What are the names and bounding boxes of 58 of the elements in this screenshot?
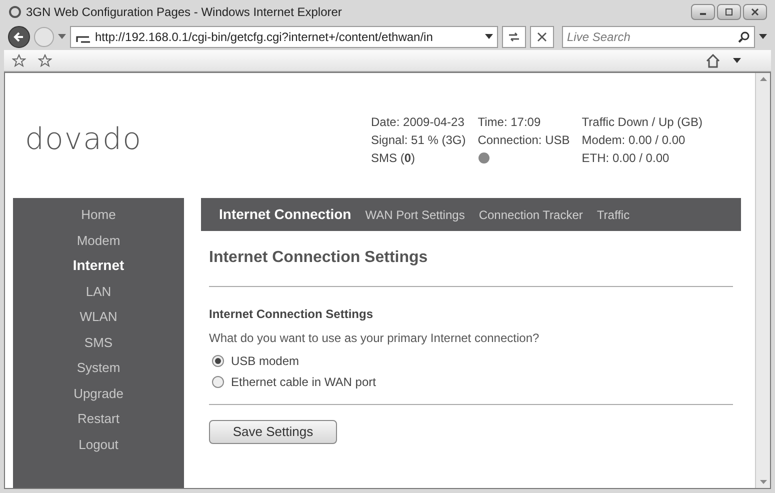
add-favorite-icon[interactable] — [38, 54, 52, 68]
question-text: What do you want to use as your primary Internet connection? — [209, 330, 540, 347]
sidebar-item[interactable]: Modem — [76, 228, 120, 253]
radio-label: Ethernet cable in WAN port — [231, 374, 376, 391]
tab[interactable]: WAN Port Settings — [365, 206, 465, 224]
search-icon[interactable] — [738, 31, 750, 43]
back-button[interactable] — [8, 26, 30, 48]
page-title: Internet Connection Settings — [209, 248, 429, 268]
url-text: http://192.168.0.1/cgi-bin/getcfg.cgi?internet+/content/ethwan/in — [95, 29, 433, 46]
stop-button[interactable] — [530, 26, 554, 48]
tab[interactable]: Connection Tracker — [478, 206, 583, 224]
sidebar-item[interactable]: LAN — [86, 278, 112, 304]
close-icon — [750, 8, 760, 16]
stop-icon — [537, 32, 547, 42]
dropdown-icon[interactable] — [485, 34, 493, 40]
radio-button[interactable] — [212, 355, 224, 367]
logo: dovado — [24, 121, 143, 159]
scroll-down-icon[interactable] — [760, 480, 766, 484]
date-text: Date: 2009-04-23 — [371, 114, 466, 130]
radio-label: USB modem — [231, 353, 300, 370]
search-field[interactable]: Live Search — [562, 26, 755, 48]
window-title: 3GN Web Configuration Pages - Windows Internet Explorer — [26, 4, 343, 21]
minimize-button[interactable] — [691, 4, 715, 20]
dropdown-icon[interactable] — [733, 58, 741, 64]
status-dot-icon — [478, 152, 490, 164]
signal-text: Signal: 51 % (3G) — [371, 132, 466, 148]
home-icon[interactable] — [705, 54, 721, 68]
back-arrow-icon — [13, 31, 25, 43]
dropdown-icon[interactable] — [759, 34, 767, 40]
scroll-up-icon[interactable] — [760, 77, 766, 81]
sms-count: SMS (0) — [371, 150, 416, 166]
sidebar-item[interactable]: System — [76, 355, 120, 380]
section-heading: Internet Connection Settings — [209, 306, 374, 323]
maximize-icon — [724, 8, 734, 16]
sidebar-item[interactable]: Logout — [78, 432, 118, 457]
radio-button[interactable] — [212, 376, 224, 388]
sidebar-item[interactable]: Restart — [78, 406, 120, 432]
address-bar[interactable]: http://192.168.0.1/cgi-bin/getcfg.cgi?internet+/content/ethwan/in — [70, 26, 498, 48]
sidebar-item[interactable]: Home — [81, 202, 116, 228]
close-button[interactable] — [743, 4, 767, 20]
time-text: Time: 17:09 — [478, 114, 542, 130]
traffic-heading: Traffic Down / Up (GB) — [582, 114, 702, 130]
sidebar-item[interactable]: Upgrade — [74, 380, 124, 406]
maximize-button[interactable] — [717, 4, 741, 20]
connection-text: Connection: USB — [478, 132, 570, 148]
eth-traffic: ETH: 0.00 / 0.00 — [582, 150, 670, 166]
modem-traffic: Modem: 0.00 / 0.00 — [582, 132, 686, 148]
tab[interactable]: Internet Connection — [219, 204, 352, 225]
sidebar-item[interactable]: Internet — [72, 253, 124, 278]
sidebar-item[interactable]: SMS — [84, 330, 113, 355]
star-icon[interactable] — [12, 54, 26, 68]
scrollbar[interactable] — [755, 73, 770, 488]
browser-logo-icon — [8, 5, 22, 19]
refresh-button[interactable] — [502, 26, 526, 48]
sidebar-item[interactable]: WLAN — [80, 304, 118, 330]
tab[interactable]: Traffic — [596, 206, 630, 224]
refresh-icon — [508, 32, 520, 42]
save-button[interactable]: Save Settings — [209, 420, 337, 444]
